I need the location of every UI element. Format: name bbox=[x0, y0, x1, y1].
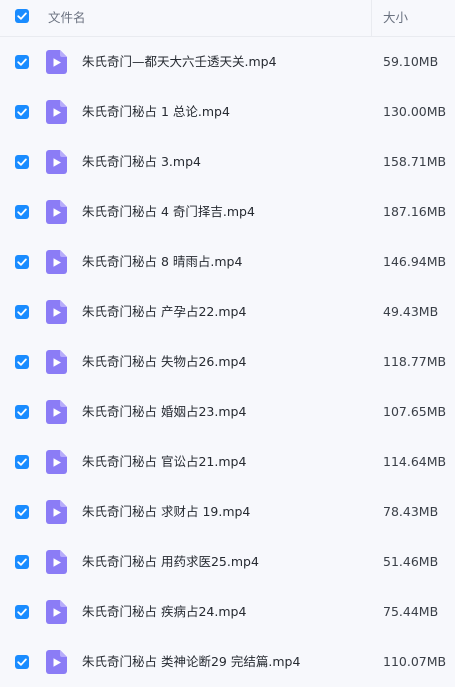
file-checkbox[interactable] bbox=[15, 505, 29, 519]
select-all-checkbox[interactable] bbox=[15, 9, 29, 23]
file-size: 49.43MB bbox=[383, 304, 439, 319]
file-size: 51.46MB bbox=[383, 554, 439, 569]
video-file-icon bbox=[46, 300, 67, 328]
checkmark-icon bbox=[17, 558, 27, 566]
file-row[interactable]: 朱氏奇门秘占 官讼占21.mp4 114.64MB bbox=[0, 437, 455, 487]
file-row[interactable]: 朱氏奇门秘占 失物占26.mp4 118.77MB bbox=[0, 337, 455, 387]
file-list-header: 文件名 大小 bbox=[0, 0, 455, 37]
file-checkbox[interactable] bbox=[15, 305, 29, 319]
file-checkbox[interactable] bbox=[15, 355, 29, 369]
file-row[interactable]: 朱氏奇门秘占 用药求医25.mp4 51.46MB bbox=[0, 537, 455, 587]
file-row[interactable]: 朱氏奇门秘占 婚姻占23.mp4 107.65MB bbox=[0, 387, 455, 437]
file-name[interactable]: 朱氏奇门秘占 用药求医25.mp4 bbox=[82, 537, 259, 587]
file-row[interactable]: 朱氏奇门秘占 1 总论.mp4 130.00MB bbox=[0, 87, 455, 137]
checkmark-icon bbox=[17, 58, 27, 66]
video-file-icon bbox=[46, 400, 67, 428]
file-checkbox[interactable] bbox=[15, 255, 29, 269]
file-name[interactable]: 朱氏奇门秘占 婚姻占23.mp4 bbox=[82, 387, 246, 437]
file-size: 187.16MB bbox=[383, 204, 447, 219]
video-file-icon bbox=[46, 600, 67, 628]
video-file-icon bbox=[46, 150, 67, 178]
file-size: 114.64MB bbox=[383, 454, 447, 469]
file-checkbox[interactable] bbox=[15, 105, 29, 119]
file-row[interactable]: 朱氏奇门秘占 8 晴雨占.mp4 146.94MB bbox=[0, 237, 455, 287]
column-header-size[interactable]: 大小 bbox=[383, 0, 408, 37]
video-file-icon bbox=[46, 250, 67, 278]
file-row[interactable]: 朱氏奇门秘占 类神论断29 完结篇.mp4 110.07MB bbox=[0, 637, 455, 687]
file-checkbox[interactable] bbox=[15, 455, 29, 469]
file-list: 朱氏奇门—都天大六壬透天关.mp4 59.10MB 朱氏奇门秘占 1 总论.mp… bbox=[0, 37, 455, 687]
checkmark-icon bbox=[17, 158, 27, 166]
column-divider[interactable] bbox=[371, 0, 372, 37]
file-row[interactable]: 朱氏奇门秘占 3.mp4 158.71MB bbox=[0, 137, 455, 187]
file-row[interactable]: 朱氏奇门秘占 产孕占22.mp4 49.43MB bbox=[0, 287, 455, 337]
column-header-name[interactable]: 文件名 bbox=[48, 0, 86, 37]
video-file-icon bbox=[46, 100, 67, 128]
file-name[interactable]: 朱氏奇门秘占 失物占26.mp4 bbox=[82, 337, 246, 387]
file-size: 110.07MB bbox=[383, 654, 447, 669]
video-file-icon bbox=[46, 550, 67, 578]
file-size: 78.43MB bbox=[383, 504, 439, 519]
file-name[interactable]: 朱氏奇门秘占 官讼占21.mp4 bbox=[82, 437, 246, 487]
video-file-icon bbox=[46, 350, 67, 378]
video-file-icon bbox=[46, 500, 67, 528]
file-name[interactable]: 朱氏奇门秘占 类神论断29 完结篇.mp4 bbox=[82, 637, 300, 687]
file-checkbox[interactable] bbox=[15, 155, 29, 169]
checkmark-icon bbox=[17, 358, 27, 366]
file-checkbox[interactable] bbox=[15, 605, 29, 619]
file-checkbox[interactable] bbox=[15, 405, 29, 419]
file-size: 130.00MB bbox=[383, 104, 447, 119]
file-size: 118.77MB bbox=[383, 354, 447, 369]
checkmark-icon bbox=[17, 658, 27, 666]
checkmark-icon bbox=[17, 608, 27, 616]
file-row[interactable]: 朱氏奇门秘占 求财占 19.mp4 78.43MB bbox=[0, 487, 455, 537]
checkmark-icon bbox=[17, 508, 27, 516]
video-file-icon bbox=[46, 450, 67, 478]
file-checkbox[interactable] bbox=[15, 655, 29, 669]
file-checkbox[interactable] bbox=[15, 205, 29, 219]
file-row[interactable]: 朱氏奇门—都天大六壬透天关.mp4 59.10MB bbox=[0, 37, 455, 87]
file-name[interactable]: 朱氏奇门秘占 产孕占22.mp4 bbox=[82, 287, 246, 337]
file-size: 59.10MB bbox=[383, 54, 439, 69]
checkmark-icon bbox=[17, 458, 27, 466]
file-name[interactable]: 朱氏奇门秘占 疾病占24.mp4 bbox=[82, 587, 246, 637]
checkmark-icon bbox=[17, 108, 27, 116]
checkmark-icon bbox=[17, 208, 27, 216]
file-name[interactable]: 朱氏奇门秘占 8 晴雨占.mp4 bbox=[82, 237, 242, 287]
file-name[interactable]: 朱氏奇门秘占 1 总论.mp4 bbox=[82, 87, 230, 137]
checkmark-icon bbox=[17, 408, 27, 416]
file-name[interactable]: 朱氏奇门秘占 4 奇门择吉.mp4 bbox=[82, 187, 255, 237]
checkmark-icon bbox=[17, 308, 27, 316]
file-row[interactable]: 朱氏奇门秘占 疾病占24.mp4 75.44MB bbox=[0, 587, 455, 637]
file-size: 107.65MB bbox=[383, 404, 447, 419]
file-name[interactable]: 朱氏奇门秘占 求财占 19.mp4 bbox=[82, 487, 250, 537]
file-size: 146.94MB bbox=[383, 254, 447, 269]
checkmark-icon bbox=[17, 258, 27, 266]
video-file-icon bbox=[46, 50, 67, 78]
file-size: 158.71MB bbox=[383, 154, 447, 169]
file-checkbox[interactable] bbox=[15, 55, 29, 69]
checkmark-icon bbox=[17, 12, 27, 20]
file-name[interactable]: 朱氏奇门秘占 3.mp4 bbox=[82, 137, 201, 187]
file-name[interactable]: 朱氏奇门—都天大六壬透天关.mp4 bbox=[82, 37, 277, 87]
video-file-icon bbox=[46, 200, 67, 228]
file-checkbox[interactable] bbox=[15, 555, 29, 569]
file-size: 75.44MB bbox=[383, 604, 439, 619]
video-file-icon bbox=[46, 650, 67, 678]
file-row[interactable]: 朱氏奇门秘占 4 奇门择吉.mp4 187.16MB bbox=[0, 187, 455, 237]
